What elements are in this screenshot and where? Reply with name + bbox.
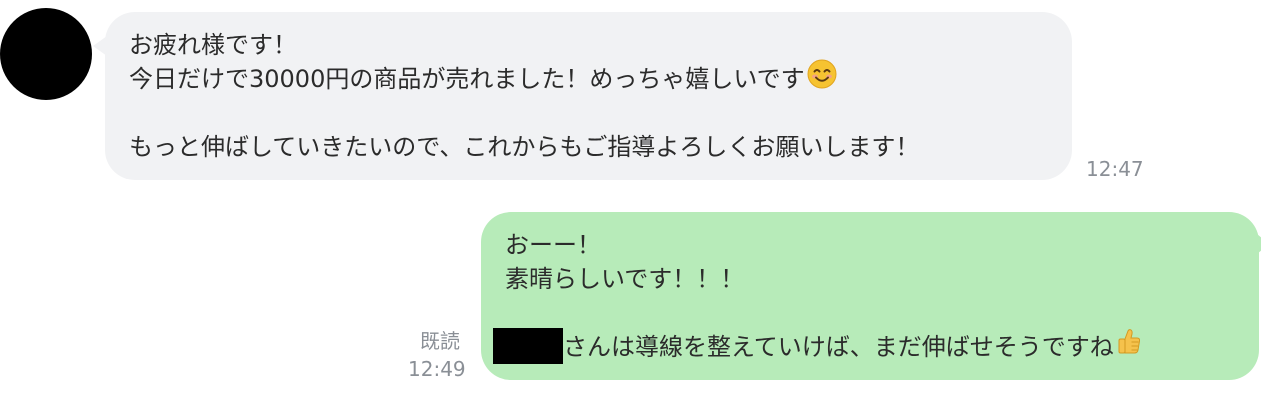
smiling-face-emoji-icon — [807, 59, 837, 98]
message-text: 今日だけで30000円の商品が売れました！めっちゃ嬉しいです — [129, 65, 805, 93]
message-timestamp: 12:47 — [1086, 157, 1144, 181]
message-line-with-emoji: さんは導線を整えていけば、まだ伸ばせそうですね — [493, 327, 1235, 366]
message-line: おーー！ — [505, 231, 601, 259]
outgoing-message-bubble[interactable]: おーー！ 素晴らしいです！！！ さんは導線を整えていけば、まだ伸ばせそうですね — [481, 212, 1261, 380]
avatar[interactable] — [0, 8, 92, 100]
bubble-tail — [93, 36, 107, 56]
incoming-message-bubble[interactable]: お疲れ様です！ 今日だけで30000円の商品が売れました！めっちゃ嬉しいです も… — [93, 12, 1072, 180]
bubble-tail — [1257, 234, 1261, 254]
read-receipt-label: 既読 — [420, 329, 460, 353]
message-line: もっと伸ばしていきたいので、これからもご指導よろしくお願いします！ — [129, 133, 920, 161]
message-line: 素晴らしいです！！！ — [505, 265, 745, 293]
message-line: お疲れ様です！ — [129, 31, 297, 59]
message-text: さんは導線を整えていけば、まだ伸ばせそうですね — [563, 333, 1114, 361]
message-timestamp: 12:49 — [408, 357, 466, 381]
chat-thread: お疲れ様です！ 今日だけで30000円の商品が売れました！めっちゃ嬉しいです も… — [0, 0, 1261, 412]
thumbs-up-emoji-icon — [1116, 327, 1142, 366]
message-line-with-emoji: 今日だけで30000円の商品が売れました！めっちゃ嬉しいです — [129, 59, 1048, 98]
redacted-name-block — [493, 328, 563, 364]
